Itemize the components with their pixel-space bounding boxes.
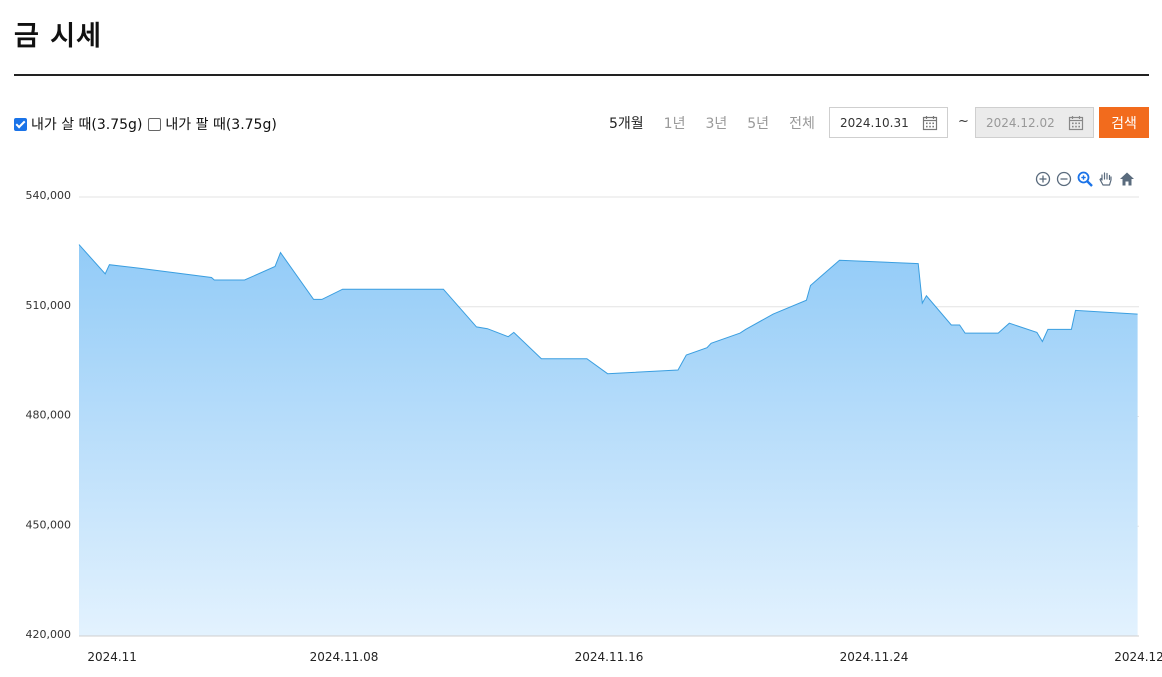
gold-price-chart: 420,000 450,000 480,000 510,000 540,000 2024.… — [26, 189, 1162, 664]
zoom-out-icon[interactable] — [1055, 170, 1073, 188]
y-tick-label: 480,000 — [26, 409, 72, 422]
zoom-in-icon[interactable] — [1034, 170, 1052, 188]
y-tick-label: 450,000 — [26, 518, 72, 531]
zoom-select-icon[interactable] — [1076, 170, 1094, 188]
price-area-fill — [79, 244, 1138, 636]
x-tick-label: 2024.11.16 — [575, 650, 644, 664]
chart-toolbar — [1034, 170, 1139, 188]
y-tick-label: 420,000 — [26, 628, 72, 641]
pan-hand-icon[interactable] — [1097, 170, 1115, 188]
home-icon[interactable] — [1118, 170, 1136, 188]
x-tick-label: 2024.11.08 — [310, 650, 379, 664]
x-tick-label: 2024.12 — [1114, 650, 1162, 664]
x-tick-label: 2024.11 — [87, 650, 137, 664]
y-tick-label: 540,000 — [26, 189, 72, 202]
x-tick-label: 2024.11.24 — [840, 650, 909, 664]
y-tick-label: 510,000 — [26, 299, 72, 312]
